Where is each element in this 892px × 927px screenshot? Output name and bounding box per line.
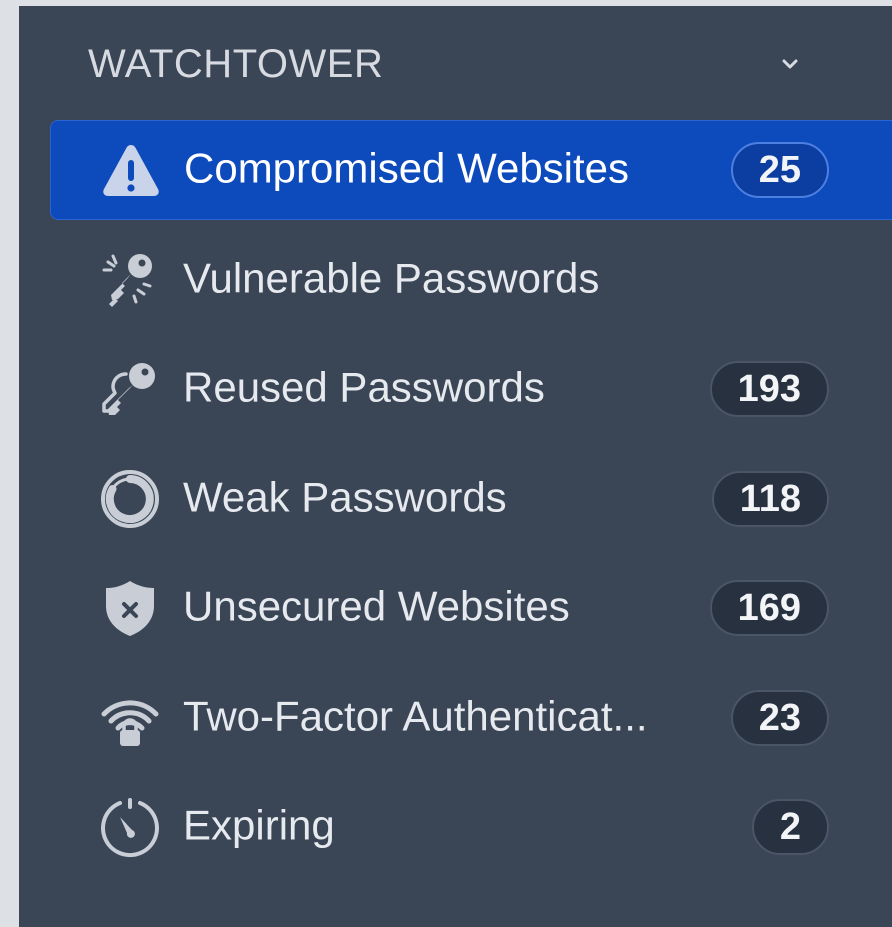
sidebar-item-label: Vulnerable Passwords [183,254,600,302]
shield-x-icon [98,576,162,640]
broken-key-icon [98,248,162,312]
count-badge: 118 [711,471,829,527]
app-background: WATCHTOWER Compromised Websites 25 Vulne… [0,0,892,927]
section-title: WATCHTOWER [88,42,384,86]
sidebar: WATCHTOWER Compromised Websites 25 Vulne… [19,6,892,927]
circle-ring-icon [98,467,162,531]
count-badge: 169 [709,580,829,636]
warning-triangle-icon [99,138,163,202]
count-badge: 2 [751,799,829,855]
watchtower-section-header[interactable]: WATCHTOWER [19,6,892,116]
count-badge: 193 [709,361,829,417]
sidebar-item-two-factor-authentication[interactable]: Two-Factor Authenticat... 23 [50,668,892,768]
timer-icon [98,795,162,859]
keys-icon [98,357,162,421]
sidebar-item-label: Unsecured Websites [183,582,570,630]
count-badge: 25 [730,142,829,198]
sidebar-item-label: Weak Passwords [183,473,507,521]
sidebar-item-label: Expiring [183,801,335,849]
sidebar-item-label: Two-Factor Authenticat... [183,692,648,740]
sidebar-item-unsecured-websites[interactable]: Unsecured Websites 169 [50,558,892,658]
chevron-down-icon[interactable] [779,53,801,75]
sidebar-item-compromised-websites[interactable]: Compromised Websites 25 [50,120,892,220]
sidebar-item-vulnerable-passwords[interactable]: Vulnerable Passwords [50,230,892,330]
count-badge: 23 [730,690,829,746]
sidebar-item-reused-passwords[interactable]: Reused Passwords 193 [50,339,892,439]
sidebar-item-weak-passwords[interactable]: Weak Passwords 118 [50,449,892,549]
wifi-lock-icon [98,686,162,750]
sidebar-item-expiring[interactable]: Expiring 2 [50,777,892,877]
sidebar-item-label: Reused Passwords [183,363,545,411]
sidebar-item-label: Compromised Websites [184,144,630,192]
